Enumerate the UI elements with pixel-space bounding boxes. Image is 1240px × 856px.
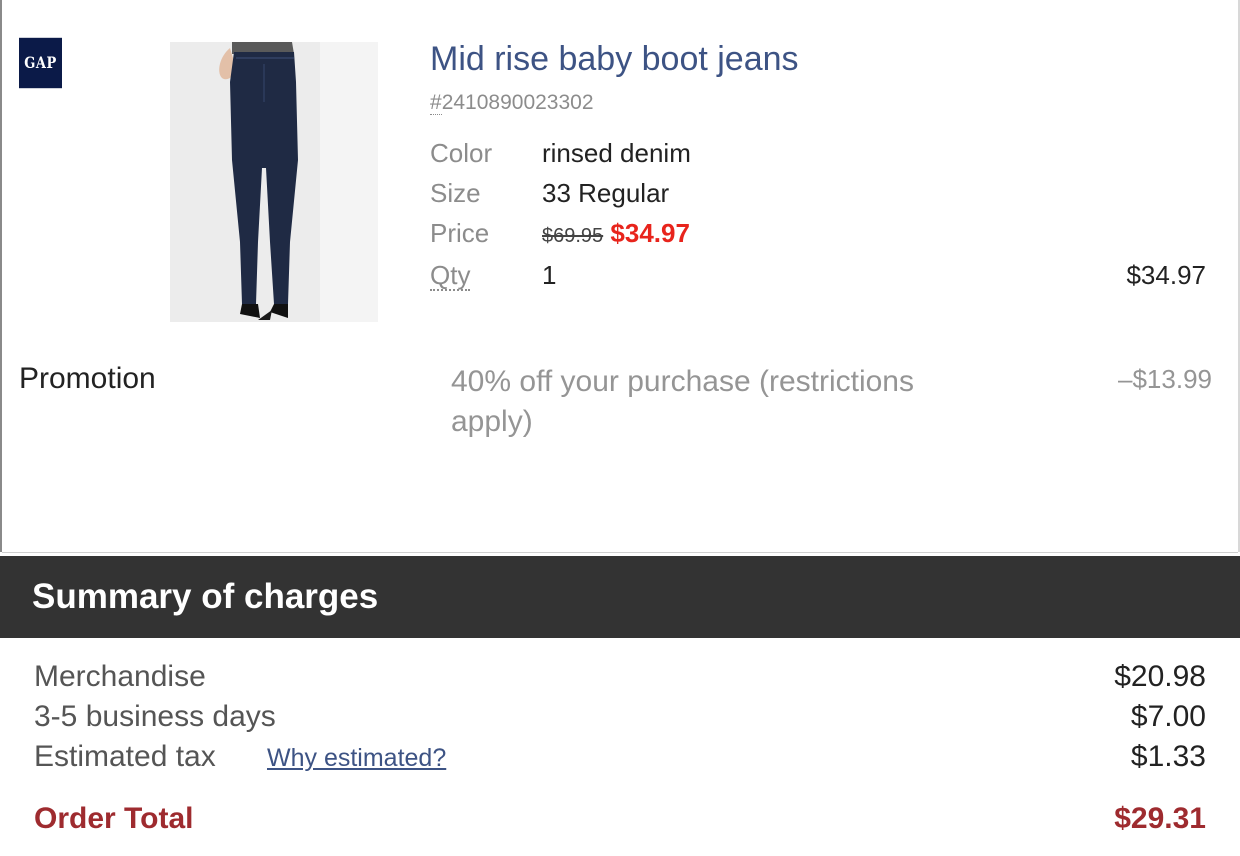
price-label: Price <box>430 218 490 248</box>
order-total-value: $29.31 <box>1114 802 1206 835</box>
sale-price: $34.97 <box>610 218 690 248</box>
original-price: $69.95 <box>542 225 604 247</box>
sku-number: 2410890023302 <box>441 91 594 114</box>
price-value: $69.95 $34.97 <box>542 218 690 249</box>
line-item-total: $34.97 <box>1126 260 1206 290</box>
qty-label[interactable]: Qty <box>430 261 471 292</box>
promotion-amount: –$13.99 <box>1118 364 1212 394</box>
color-value: rinsed denim <box>542 138 691 168</box>
merchandise-value: $20.98 <box>1114 660 1206 693</box>
summary-row-merchandise: Merchandise $20.98 <box>34 660 1206 700</box>
promotion-description: 40% off your purchase (restrictions appl… <box>451 365 914 438</box>
size-value: 33 Regular <box>542 178 670 208</box>
sku-hash: # <box>430 91 442 115</box>
tax-value: $1.33 <box>1130 740 1206 773</box>
product-sku: #2410890023302 <box>430 91 594 115</box>
product-title-link[interactable]: Mid rise baby boot jeans <box>430 40 799 79</box>
summary-row-tax: Estimated tax Why estimated? $1.33 <box>34 740 1206 780</box>
size-label: Size <box>430 178 481 208</box>
product-image[interactable] <box>170 42 378 322</box>
summary-title: Summary of charges <box>32 577 379 616</box>
order-total-label: Order Total <box>34 802 194 835</box>
summary-row-shipping: 3-5 business days $7.00 <box>34 700 1206 740</box>
summary-row-total: Order Total $29.31 <box>34 802 1206 842</box>
qty-value: 1 <box>542 260 557 290</box>
merchandise-label: Merchandise <box>34 660 206 693</box>
shipping-label: 3-5 business days <box>34 700 276 733</box>
qty-label-wrapper: Qty <box>430 260 471 292</box>
why-estimated-link[interactable]: Why estimated? <box>267 744 446 773</box>
color-label: Color <box>430 138 493 168</box>
tax-label: Estimated tax <box>34 740 216 773</box>
summary-header: Summary of charges <box>0 556 1240 638</box>
gap-logo-icon: GAP <box>19 37 62 89</box>
jeans-model-illustration <box>170 42 378 322</box>
promotion-label: Promotion <box>19 362 156 395</box>
shipping-value: $7.00 <box>1130 700 1206 733</box>
